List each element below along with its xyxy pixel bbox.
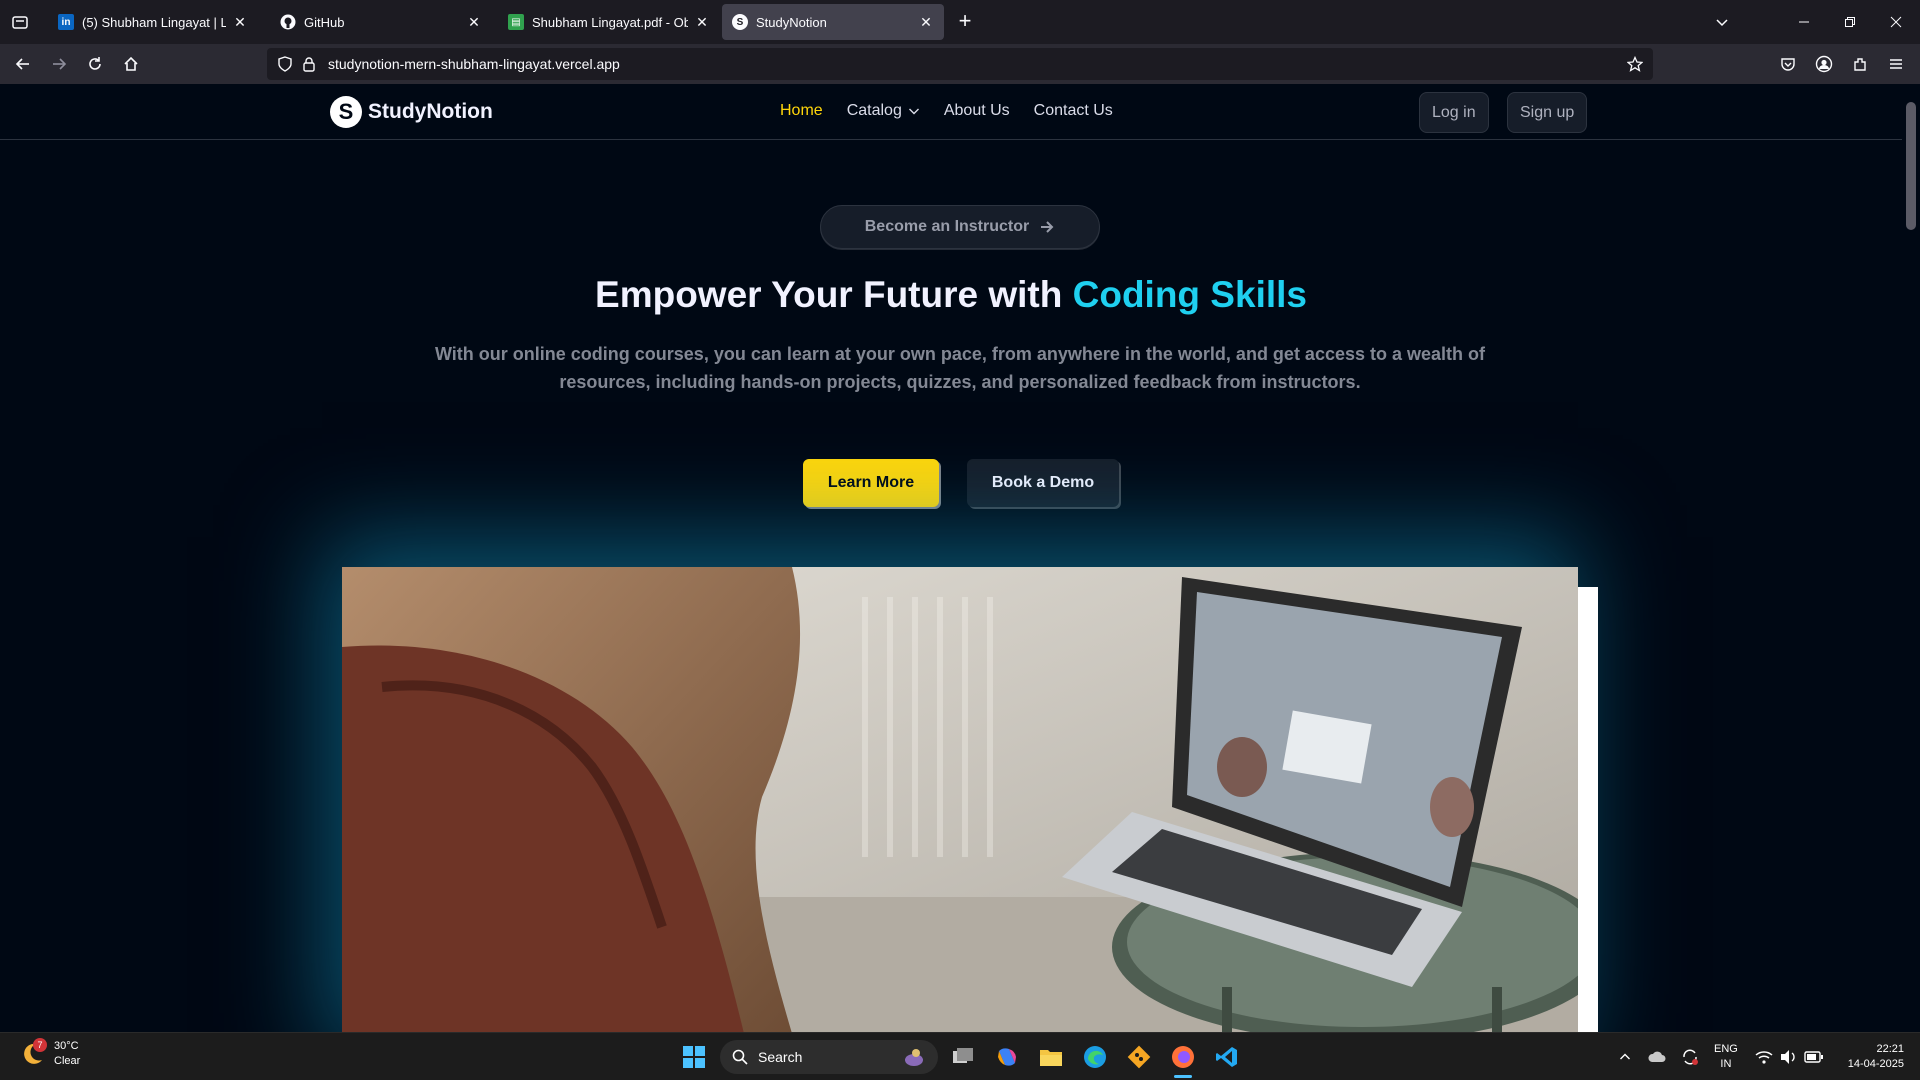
edge-browser-icon[interactable] — [1083, 1045, 1107, 1069]
main-menu: Home Catalog About Us Contact Us — [780, 102, 1113, 120]
vscode-icon[interactable] — [1215, 1045, 1239, 1069]
battery-icon[interactable] — [1802, 1045, 1826, 1069]
browser-toolbar: studynotion-mern-shubham-lingayat.vercel… — [0, 44, 1920, 84]
weather-desc: Clear — [54, 1055, 81, 1067]
github-icon — [280, 14, 296, 30]
bookmark-star-icon[interactable] — [1623, 52, 1647, 76]
page-viewport: S StudyNotion Home Catalog About Us Cont… — [0, 84, 1902, 1032]
language-indicator[interactable]: ENG IN — [1714, 1042, 1738, 1072]
tab-github[interactable]: GitHub ✕ — [270, 4, 492, 40]
tab-pdf[interactable]: ▤ Shubham Lingayat.pdf - Object ✕ — [498, 4, 720, 40]
search-placeholder: Search — [758, 1049, 803, 1065]
pocket-icon[interactable] — [1776, 52, 1800, 76]
clock[interactable]: 22:21 14-04-2025 — [1836, 1042, 1904, 1072]
taskbar-search[interactable]: Search — [720, 1040, 938, 1074]
hero-video-illustration — [342, 567, 1578, 1032]
hero-title-highlight: Coding Skills — [1072, 274, 1307, 315]
hero-title-main: Empower Your Future with — [595, 274, 1073, 315]
login-button[interactable]: Log in — [1419, 92, 1489, 133]
browser-tab-bar: in (5) Shubham Lingayat | LinkedIn ✕ Git… — [0, 0, 1920, 44]
tab-title: GitHub — [304, 14, 345, 30]
tab-title: StudyNotion — [756, 14, 827, 30]
firefox-active-indicator — [1174, 1075, 1192, 1078]
page-scrollbar[interactable] — [1902, 84, 1920, 1032]
linkedin-icon: in — [58, 14, 74, 30]
system-tray-chevron-up-icon[interactable] — [1613, 1045, 1637, 1069]
chevron-down-icon — [908, 108, 919, 115]
restore-icon[interactable] — [1838, 10, 1862, 34]
onedrive-cloud-icon[interactable] — [1645, 1045, 1669, 1069]
wifi-icon[interactable] — [1752, 1045, 1776, 1069]
tab-title: Shubham Lingayat.pdf - Object — [532, 14, 688, 30]
search-highlight-icon — [902, 1046, 926, 1068]
studynotion-icon: S — [732, 14, 748, 30]
menu-hamburger-icon[interactable] — [1884, 52, 1908, 76]
git-app-icon[interactable] — [1127, 1045, 1151, 1069]
reload-icon[interactable] — [83, 52, 107, 76]
book-demo-button[interactable]: Book a Demo — [967, 459, 1119, 507]
windows-taskbar: 7 30°C Clear Search ENG IN 22:21 14-04-2… — [0, 1032, 1920, 1080]
tab-linkedin[interactable]: in (5) Shubham Lingayat | LinkedIn ✕ — [48, 4, 258, 40]
nav-home-link[interactable]: Home — [780, 102, 823, 120]
close-icon[interactable]: ✕ — [918, 14, 934, 30]
sync-update-icon[interactable] — [1678, 1045, 1702, 1069]
signup-button[interactable]: Sign up — [1507, 92, 1588, 133]
account-icon[interactable] — [1812, 52, 1836, 76]
forward-icon[interactable] — [47, 52, 71, 76]
nav-catalog-dropdown[interactable]: Catalog — [847, 102, 920, 120]
file-explorer-icon[interactable] — [1039, 1045, 1063, 1069]
become-instructor-button[interactable]: Become an Instructor — [820, 205, 1100, 249]
nav-contact-link[interactable]: Contact Us — [1034, 102, 1113, 120]
tab-studynotion[interactable]: S StudyNotion ✕ — [722, 4, 944, 40]
copilot-icon[interactable] — [995, 1045, 1019, 1069]
shield-icon[interactable] — [273, 52, 297, 76]
moon-weather-icon: 7 — [18, 1038, 47, 1068]
language-line-1: ENG — [1714, 1043, 1738, 1055]
home-icon[interactable] — [119, 52, 143, 76]
windows-start-icon[interactable] — [682, 1045, 706, 1069]
hero-title: Empower Your Future with Coding Skills — [0, 274, 1902, 316]
close-icon[interactable]: ✕ — [466, 14, 482, 30]
tab-overflow-chevron-icon[interactable] — [1710, 10, 1734, 34]
minimize-icon[interactable] — [1792, 10, 1816, 34]
back-icon[interactable] — [11, 52, 35, 76]
close-icon[interactable]: ✕ — [232, 14, 248, 30]
close-icon[interactable]: ✕ — [694, 14, 710, 30]
address-bar[interactable]: studynotion-mern-shubham-lingayat.vercel… — [267, 48, 1653, 80]
weather-widget[interactable]: 7 30°C Clear — [18, 1038, 81, 1069]
pdf-icon: ▤ — [508, 14, 524, 30]
url-text: studynotion-mern-shubham-lingayat.vercel… — [328, 56, 620, 72]
tab-list-icon[interactable] — [8, 10, 32, 34]
site-navbar: S StudyNotion Home Catalog About Us Cont… — [0, 84, 1902, 140]
clock-date: 14-04-2025 — [1847, 1058, 1904, 1070]
become-instructor-label: Become an Instructor — [864, 218, 1030, 235]
close-window-icon[interactable] — [1884, 10, 1908, 34]
search-icon — [732, 1049, 748, 1065]
new-tab-button[interactable]: + — [953, 10, 977, 34]
extensions-icon[interactable] — [1848, 52, 1872, 76]
nav-about-link[interactable]: About Us — [944, 102, 1010, 120]
logo-text: StudyNotion — [368, 100, 493, 123]
language-line-2: IN — [1720, 1058, 1732, 1070]
lock-icon[interactable] — [297, 52, 321, 76]
weather-badge: 7 — [33, 1038, 47, 1052]
site-logo[interactable]: S StudyNotion — [330, 96, 493, 128]
firefox-icon[interactable] — [1171, 1045, 1195, 1069]
arrow-right-icon — [1041, 221, 1054, 233]
weather-temp: 30°C — [54, 1040, 79, 1052]
scrollbar-thumb[interactable] — [1906, 102, 1916, 230]
task-view-icon[interactable] — [951, 1045, 975, 1069]
logo-mark-icon: S — [330, 96, 362, 128]
tab-title: (5) Shubham Lingayat | LinkedIn — [82, 14, 226, 30]
learn-more-button[interactable]: Learn More — [803, 459, 939, 507]
nav-catalog-label: Catalog — [846, 102, 902, 119]
clock-time: 22:21 — [1876, 1043, 1904, 1055]
hero-video[interactable] — [342, 567, 1578, 1032]
hero-subtitle: With our online coding courses, you can … — [434, 344, 1486, 392]
volume-icon[interactable] — [1777, 1045, 1801, 1069]
